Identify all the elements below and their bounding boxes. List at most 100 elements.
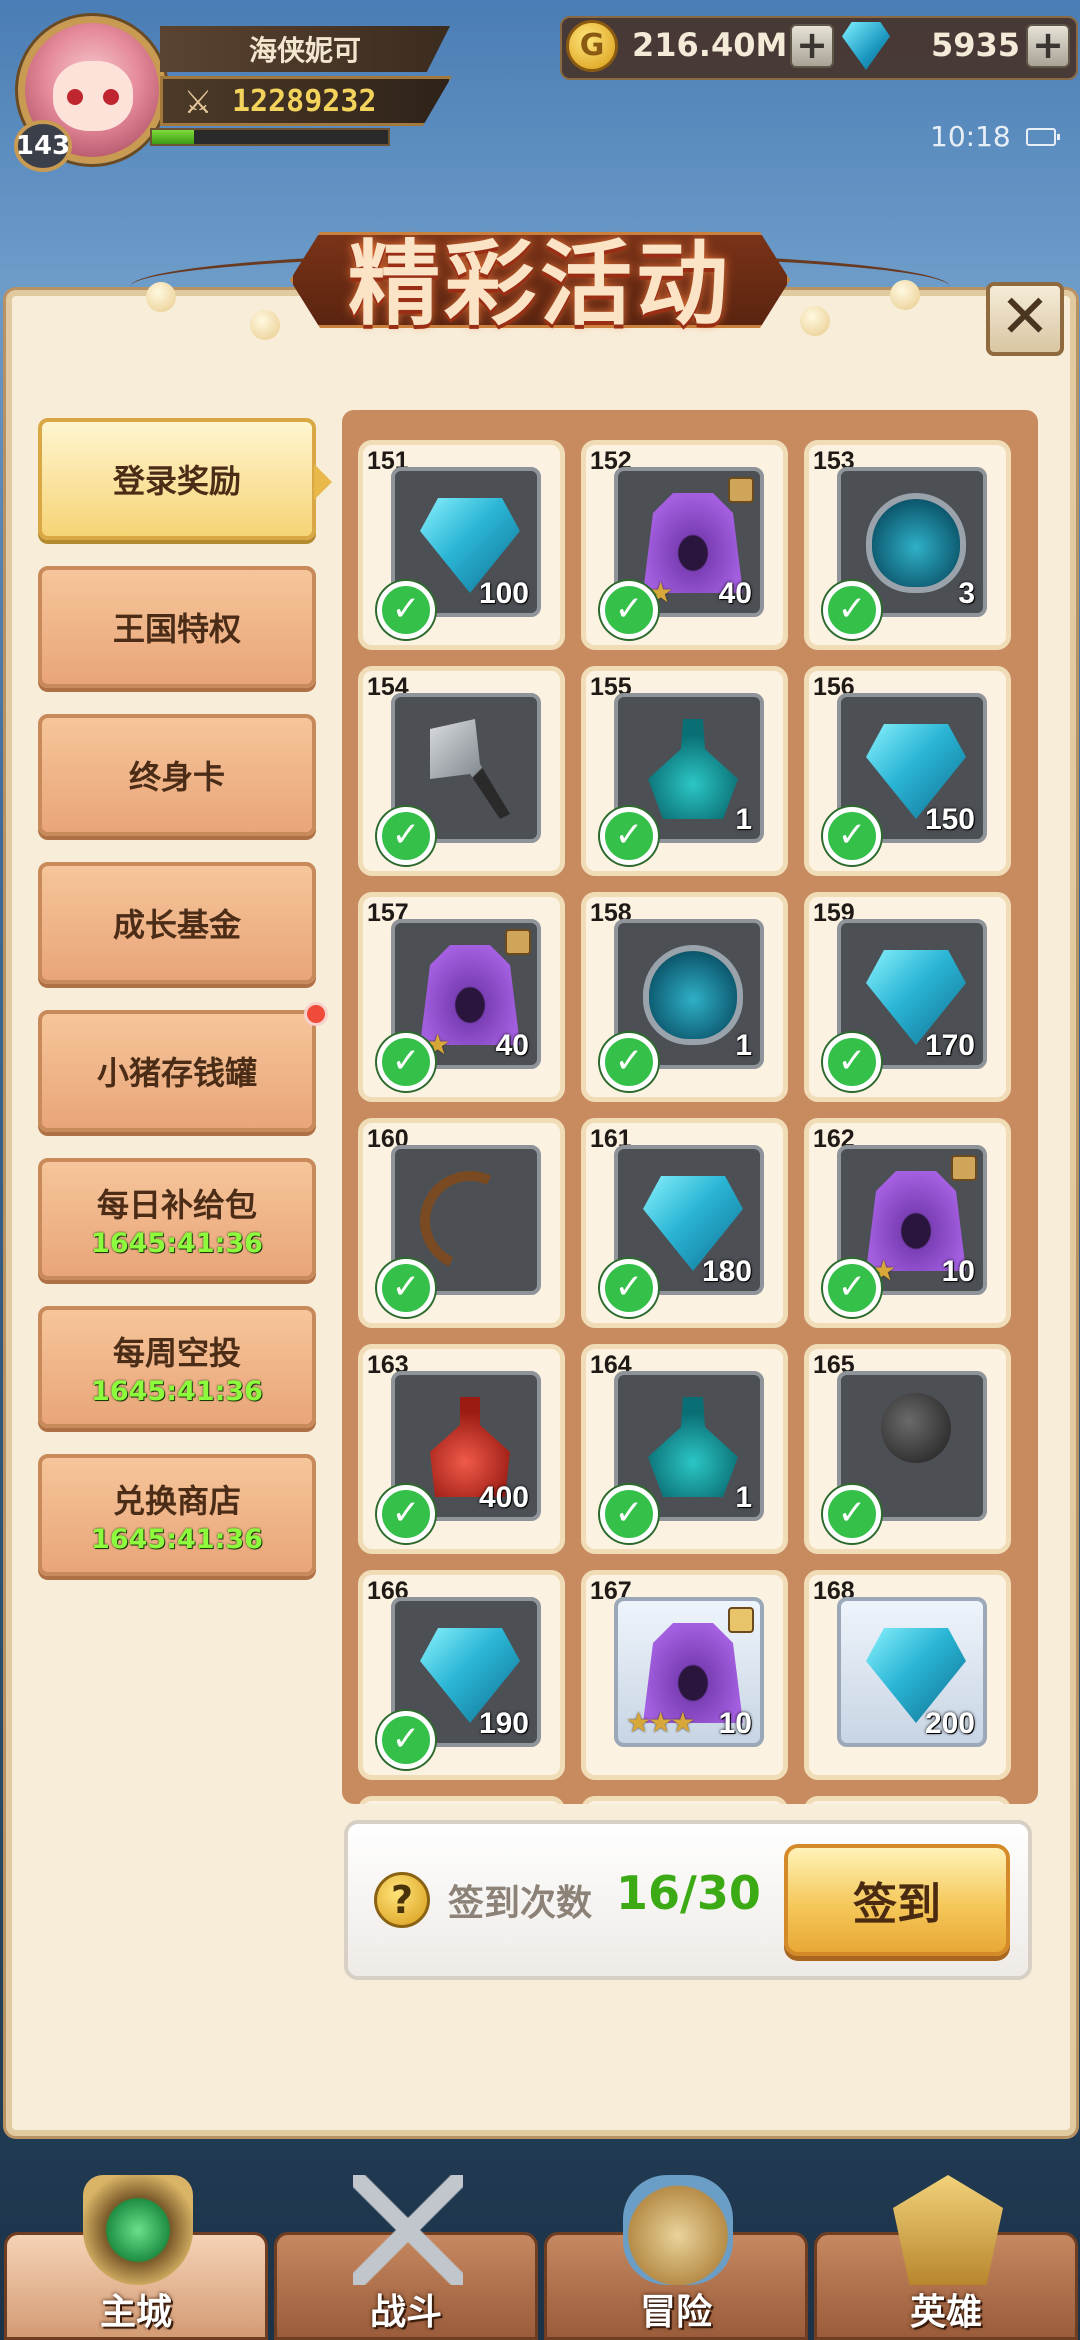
add-gold-button[interactable]: + [790,24,834,68]
tab-4[interactable]: 小猪存钱罐 [38,1002,328,1132]
reward-cell[interactable]: 151 100 ✓ [358,440,565,650]
signin-count-label: 签到次数 [448,1883,593,1924]
reward-quantity: 400 [478,1481,529,1514]
reward-quantity: 180 [701,1255,752,1288]
close-button[interactable]: ✕ [986,282,1064,356]
reward-quantity: 200 [924,1707,975,1740]
tab-7[interactable]: 兑换商店 1645:41:36 [38,1454,316,1576]
reward-cell[interactable]: 168 200 [804,1570,1011,1780]
reward-cell[interactable]: 157★★40✓ [358,892,565,1102]
event-tabs: 登录奖励 王国特权 终身卡 成长基金 小猪存钱罐 每日补给包 1645:41:36 每周空投 1… [38,418,332,1602]
reward-cell-partial[interactable] [581,1796,788,1804]
reward-cell[interactable]: 154★✓ [358,666,565,876]
tab-label: 每日补给包 [96,1185,257,1224]
reward-cell[interactable]: 156 150 ✓ [804,666,1011,876]
tab-label: 兑换商店 [112,1481,241,1520]
nav-1[interactable]: 战斗 [274,2175,538,2340]
garland-orb [250,310,280,340]
reward-quantity: 10 [941,1255,975,1288]
nav-2[interactable]: 冒险 [544,2175,808,2340]
gem-amount: 5935 [930,26,1020,64]
reward-cell[interactable]: 153 3 ✓ [804,440,1011,650]
tab-6[interactable]: 每周空投 1645:41:36 [38,1306,316,1428]
claimed-check-icon: ✓ [377,1033,435,1091]
reward-cell[interactable]: 165★✓ [804,1344,1011,1554]
signin-count: 16/30 [616,1866,761,1920]
reward-quantity: 170 [924,1029,975,1062]
tab-5[interactable]: 每日补给包 1645:41:36 [38,1158,316,1280]
tab-2[interactable]: 终身卡 [38,714,316,836]
garland-orb [890,280,920,310]
reward-cell[interactable]: 167 ★★★ 10 [581,1570,788,1780]
reward-cell[interactable]: 162★★10✓ [804,1118,1011,1328]
star-rating: ★★★ [626,1706,695,1739]
reward-quantity: 40 [718,577,752,610]
avatar-eye [67,89,83,105]
axe-icon [430,719,510,819]
help-icon[interactable]: ? [374,1872,430,1928]
tab-label: 小猪存钱罐 [96,1054,257,1092]
claimed-check-icon: ✓ [377,1259,435,1317]
player-name: 海侠妮可 [160,26,450,72]
tab-label: 登录奖励 [112,462,241,500]
claimed-check-icon: ✓ [823,1259,881,1317]
reward-quantity: 3 [958,577,975,610]
reward-cell[interactable]: 152★★40✓ [581,440,788,650]
reward-slot: ★★★ 10 [614,1597,764,1747]
reward-cell-partial[interactable] [804,1796,1011,1804]
signin-button[interactable]: 签到 [784,1844,1010,1956]
claimed-check-icon: ✓ [823,807,881,865]
gold-coin-icon: G [566,20,618,72]
tab-label: 终身卡 [128,758,225,796]
claimed-check-icon: ✓ [600,1033,658,1091]
reward-quantity: 1 [735,803,752,836]
xp-bar-fill [152,130,195,144]
reward-slot: 200 [837,1597,987,1747]
reward-cell[interactable]: 164 1 ✓ [581,1344,788,1554]
reward-quantity: 150 [924,803,975,836]
castle-icon [83,2175,193,2285]
claimed-check-icon: ✓ [377,807,435,865]
reward-cell[interactable]: 159 170 ✓ [804,892,1011,1102]
reward-grid: 151100✓152★★40✓1533✓154★✓1551✓156150✓157… [358,440,1016,1804]
fragment-icon [951,1155,977,1181]
nav-label: 冒险 [639,2292,712,2333]
garland-orb [800,306,830,336]
reward-quantity: 40 [495,1029,529,1062]
tab-1[interactable]: 王国特权 [38,566,316,688]
flask-icon [648,719,738,819]
tab-3[interactable]: 成长基金 [38,862,316,984]
reward-grid-frame[interactable]: 151100✓152★★40✓1533✓154★✓1551✓156150✓157… [342,410,1038,1804]
tab-timer: 1645:41:36 [91,1375,263,1407]
reward-cell[interactable]: 158 1 ✓ [581,892,788,1102]
nav-0[interactable]: 主城 [4,2175,268,2340]
player-level-badge: 143 [14,120,72,172]
claimed-check-icon: ✓ [823,1485,881,1543]
reward-cell[interactable]: 160★✓ [358,1118,565,1328]
reward-cell[interactable]: 161 180 ✓ [581,1118,788,1328]
claimed-check-icon: ✓ [377,581,435,639]
nav-3[interactable]: 英雄 [814,2175,1078,2340]
reward-cell[interactable]: 163 400 ✓ [358,1344,565,1554]
crossed-swords-icon [353,2175,463,2285]
reward-cell[interactable]: 166 190 ✓ [358,1570,565,1780]
fragment-icon [728,477,754,503]
claimed-check-icon: ✓ [600,1485,658,1543]
notification-dot [304,1002,328,1026]
reward-quantity: 190 [478,1707,529,1740]
garland-orb [146,282,176,312]
reward-cell-partial[interactable] [358,1796,565,1804]
reward-quantity: 10 [718,1707,752,1740]
tab-label: 成长基金 [112,906,241,944]
reward-cell[interactable]: 155 1 ✓ [581,666,788,876]
adventure-icon [623,2175,733,2285]
tab-label: 每周空投 [112,1333,241,1372]
hero-helmet-icon [893,2175,1003,2285]
player-power: 12289232 [232,84,377,119]
gold-amount: 216.40M [632,26,788,64]
tab-0[interactable]: 登录奖励 [38,418,332,540]
egg-icon [866,493,966,593]
add-gems-button[interactable]: + [1026,24,1070,68]
claimed-check-icon: ✓ [823,1033,881,1091]
reward-quantity: 1 [735,1029,752,1062]
